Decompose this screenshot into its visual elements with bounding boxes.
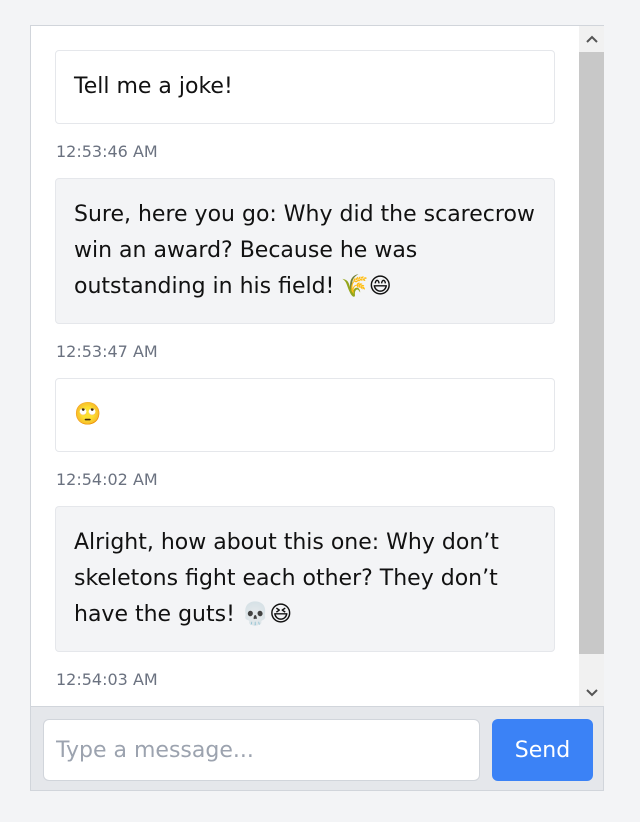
message-input[interactable] [43, 719, 480, 781]
chevron-up-icon [585, 35, 598, 43]
send-button[interactable]: Send [492, 719, 593, 781]
message-bot: Sure, here you go: Why did the scarecrow… [55, 178, 555, 324]
chevron-down-icon [585, 689, 598, 697]
scroll-up-button[interactable] [579, 26, 604, 52]
composer-bar: Send [31, 706, 603, 790]
message-scrollbar[interactable] [579, 26, 604, 706]
wheat-emoji-icon: 🌾 [341, 274, 369, 299]
laughing-emoji-icon: 😆 [269, 602, 293, 627]
message-user: Tell me a joke! [55, 50, 555, 124]
chat-window: Tell me a joke! 12:53:46 AM Sure, here y… [30, 25, 604, 791]
message-text: Sure, here you go: Why did the scarecrow… [74, 202, 535, 299]
scroll-down-button[interactable] [579, 680, 604, 706]
grinning-emoji-icon: 😄 [368, 274, 392, 299]
message-timestamp: 12:54:02 AM [56, 470, 158, 489]
message-user: 🙄 [55, 378, 555, 452]
message-bot: Alright, how about this one: Why don’t s… [55, 506, 555, 652]
message-text: Tell me a joke! [74, 74, 233, 99]
message-list: Tell me a joke! 12:53:46 AM Sure, here y… [31, 26, 579, 706]
scrollbar-thumb[interactable] [579, 52, 604, 654]
eye-roll-emoji-icon: 🙄 [74, 402, 102, 427]
skull-emoji-icon: 💀 [241, 602, 270, 627]
message-timestamp: 12:53:46 AM [56, 142, 158, 161]
message-timestamp: 12:54:03 AM [56, 670, 158, 689]
message-timestamp: 12:53:47 AM [56, 342, 158, 361]
